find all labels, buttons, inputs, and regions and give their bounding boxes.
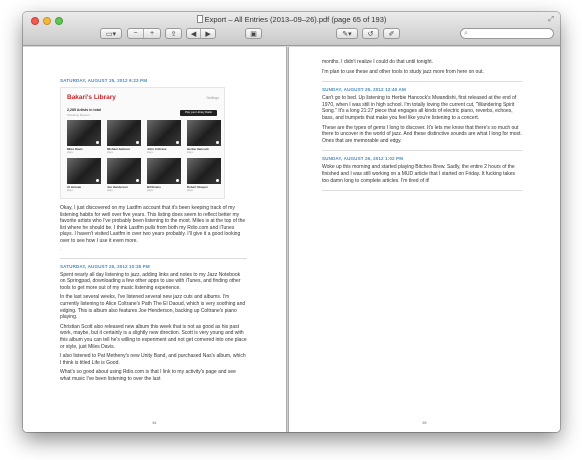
view-menu-button[interactable]: ▭▾ <box>100 28 122 39</box>
edit-icon: ✐ <box>388 30 395 38</box>
entry-divider <box>60 257 247 259</box>
artist-photo <box>147 120 181 146</box>
artist-photo <box>147 158 181 184</box>
library-sort: Showing: Recent <box>67 113 90 117</box>
pdf-page-right: months. I didn't realize I could do that… <box>289 47 560 432</box>
artist-photo <box>67 158 101 184</box>
artist-tile: Joe Henderson plays <box>107 158 141 192</box>
entry-date: SUNDAY, AUGUST 26, 2012 12:40 AM <box>322 87 406 93</box>
entry-paragraph: Can't go to bed. Up listening to Herbie … <box>322 95 517 121</box>
artist-tile: Al Jarreau plays <box>67 158 101 192</box>
artist-plays: plays <box>187 189 193 192</box>
share-button[interactable]: ⇪ <box>165 28 182 39</box>
artist-plays: plays <box>67 189 73 192</box>
entry-body: Okay, I just discovered on my Lastfm acc… <box>60 205 246 244</box>
entry-divider <box>322 81 522 83</box>
artist-tile: Bill Evans plays <box>147 158 181 192</box>
rotate-button[interactable]: ↺ <box>362 28 379 39</box>
entry-paragraph: I also listened to Pat Metheny's new Uni… <box>60 353 246 366</box>
previous-icon: ◀ <box>190 30 197 38</box>
artist-photo <box>187 120 221 146</box>
annotate-button[interactable]: ✎▾ <box>336 28 358 39</box>
artist-plays: plays <box>67 151 73 154</box>
artist-plays: plays <box>187 151 193 154</box>
entry-paragraph: months. I didn't realize I could do that… <box>322 59 434 65</box>
zoom-out-icon: − <box>133 30 138 37</box>
artist-tile: Miles Davis plays <box>67 120 101 154</box>
entry-paragraph: Spent nearly all day listening to jazz, … <box>60 271 241 291</box>
page-number: 64 <box>152 421 157 425</box>
pdf-page-left: SATURDAY, AUGUST 25, 2012 9:23 PM Bakari… <box>23 47 286 432</box>
artist-tile: Michael Jackson plays <box>107 120 141 154</box>
title-bar: Export – All Entries (2013–09–26).pdf (p… <box>23 12 560 46</box>
artist-grid: Miles Davis plays Michael Jackson plays Jo… <box>67 120 221 192</box>
edit-button[interactable]: ✐ <box>383 28 400 39</box>
location-icon: ◦ <box>60 246 62 252</box>
artist-tile: Robert Glasper plays <box>187 158 221 192</box>
page-navigation: ◀ ▶ <box>186 28 216 39</box>
artist-photo <box>67 120 101 146</box>
window-title: Export – All Entries (2013–09–26).pdf (p… <box>204 15 387 24</box>
artist-tile: Herbie Hancock plays <box>187 120 221 154</box>
preview-window: Export – All Entries (2013–09–26).pdf (p… <box>23 12 560 432</box>
entry-divider <box>322 150 522 152</box>
zoom-in-icon: + <box>149 30 155 37</box>
previous-page-button[interactable]: ◀ <box>187 29 202 38</box>
pen-icon: ✎▾ <box>342 30 352 38</box>
lastfm-library-screenshot: Bakari's Library Settings 2,285 Artists … <box>60 87 225 199</box>
entry-date: SUNDAY, AUGUST 26, 2012 1:02 PM <box>322 156 404 162</box>
zoom-control: − + <box>127 28 161 39</box>
search-input[interactable]: ⌕ <box>460 28 554 39</box>
entry-date: SATURDAY, AUGUST 25, 2012 9:23 PM <box>60 78 148 83</box>
fullscreen-icon[interactable]: ⤢ <box>548 16 554 24</box>
rotate-icon: ↺ <box>367 30 374 38</box>
artist-plays: plays <box>107 151 113 154</box>
library-artist-count: 2,285 Artists in total <box>67 108 102 112</box>
artist-photo <box>107 120 141 146</box>
share-icon: ⇪ <box>170 30 177 38</box>
entry-paragraph: In the last several weeks, I've listened… <box>60 294 246 321</box>
artist-plays: plays <box>147 189 153 192</box>
entry-paragraph: These are the types of gems I long to di… <box>322 124 522 144</box>
search-icon: ⌕ <box>464 30 468 37</box>
next-page-button[interactable]: ▶ <box>201 29 215 38</box>
library-radio-button: Play your Library Radio <box>180 110 217 116</box>
entry-paragraph: Woke up this morning and started playing… <box>322 164 516 184</box>
pdf-document-icon <box>196 15 203 23</box>
zoom-in-button[interactable]: + <box>144 29 160 38</box>
artist-photo <box>187 158 221 184</box>
entry-divider <box>322 190 522 192</box>
print-button[interactable]: ▣ <box>245 28 262 39</box>
next-icon: ▶ <box>205 30 211 38</box>
zoom-out-button[interactable]: − <box>128 29 145 38</box>
entry-paragraph: What's so good about using Rdio.com is t… <box>60 369 236 382</box>
artist-tile: John Coltrane plays <box>147 120 181 154</box>
right-page-content: months. I didn't realize I could do that… <box>322 59 522 196</box>
entry-paragraph: Christian Scott also released new album … <box>60 323 247 350</box>
entry-date: SATURDAY, AUGUST 25, 2012 10:35 PM <box>60 263 150 269</box>
artist-plays: plays <box>107 189 113 192</box>
library-title: Bakari's Library <box>67 94 116 101</box>
print-icon: ▣ <box>250 30 257 38</box>
page-number: 65 <box>422 421 427 425</box>
sidebar-view-icon: ▭▾ <box>105 30 117 38</box>
left-page-content: SATURDAY, AUGUST 25, 2012 9:23 PM Bakari… <box>60 78 247 382</box>
window-title-area: Export – All Entries (2013–09–26).pdf (p… <box>23 15 560 24</box>
entry-meta: ◦ <box>60 247 247 252</box>
entry-paragraph: I'm plan to use these and other tools to… <box>322 68 484 75</box>
artist-photo <box>107 158 141 184</box>
artist-plays: plays <box>147 151 153 154</box>
library-settings-link: Settings <box>206 96 219 100</box>
